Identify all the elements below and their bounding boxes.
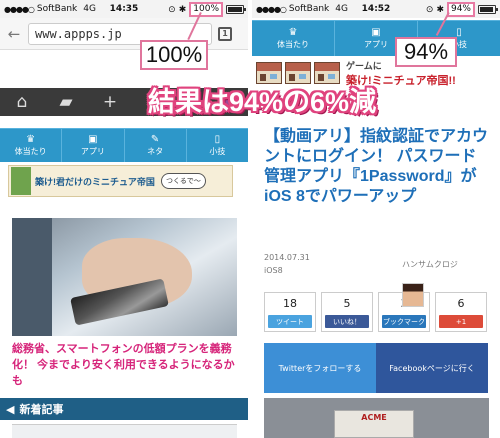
tabs-button[interactable]: 1 [218, 26, 232, 41]
share-count: 5 [343, 297, 351, 310]
home-icon[interactable]: ⌂ [0, 92, 44, 112]
right-screenshot: ●●●●○ SoftBank 4G 14:52 ⊙ ✱ 94% ♛ 体当たり ▣ アプ… [252, 0, 500, 438]
share-count: 18 [283, 297, 297, 310]
comparison-image: ●●●●○ SoftBank 4G 14:35 ⊙ ✱ 100% ← www.a… [0, 0, 500, 438]
battery-percent: 94% [446, 2, 475, 17]
nav-item-label: 体当たり [277, 40, 309, 49]
status-bar: ●●●●○ SoftBank 4G 14:52 ⊙ ✱ 94% [252, 0, 500, 18]
author-avatar [402, 283, 424, 307]
nav-item-label: ネタ [147, 147, 164, 156]
share-button[interactable]: 5 いいね！ [321, 292, 373, 332]
category-nav: ♛ 体当たり ▣ アプリ ▯ 小技 [252, 20, 500, 56]
article-date: 2014.07.31 [264, 253, 310, 262]
headline-overlay: 結果は94%の6%減 [148, 87, 377, 117]
nav-item[interactable]: ▯ 小技 [187, 129, 248, 162]
app-icon: ▣ [88, 134, 98, 145]
trophy-icon: ♛ [26, 134, 36, 145]
nav-item-label: アプリ [80, 147, 105, 156]
comment-icon[interactable]: ▰ [44, 92, 88, 112]
nav-item[interactable]: ♛ 体当たり [0, 129, 63, 162]
nav-item-label: 小技 [209, 147, 226, 156]
bluetooth-icon: ✱ [436, 4, 444, 15]
bluetooth-icon: ✱ [178, 4, 187, 15]
nav-item[interactable]: ♛ 体当たり [252, 21, 335, 56]
nav-item-label: アプリ [364, 40, 388, 49]
battery-percent: 100% [189, 2, 223, 17]
facebook-page-button[interactable]: Facebookページに行く [376, 343, 488, 393]
back-arrow-icon[interactable]: ← [4, 25, 24, 43]
battery-icon [226, 5, 246, 14]
article-title[interactable]: 【動画アリ】指紋認証でアカウントにログイン！ パスワード管理アプリ『1Passw… [264, 127, 492, 207]
left-screenshot: ●●●●○ SoftBank 4G 14:35 ⊙ ✱ 100% ← www.a… [0, 0, 248, 438]
plus-icon[interactable]: + [88, 92, 132, 112]
nav-item[interactable]: ✎ ネタ [125, 129, 187, 162]
article-list-preview[interactable] [12, 424, 237, 438]
lock-rotation-icon: ⊙ [425, 4, 434, 15]
article-photo[interactable] [12, 218, 237, 336]
share-label: +1 [439, 315, 483, 328]
battery-callout: 100% [140, 40, 208, 70]
sleeve-shape [12, 218, 52, 336]
share-count: 6 [457, 297, 465, 310]
author-name: ハンサムクロジ [402, 260, 458, 269]
section-label: 新着記事 [19, 403, 64, 416]
nav-item-label: 体当たり [14, 147, 47, 156]
megaphone-icon: ◀ [6, 402, 15, 416]
phone-icon: ▯ [214, 134, 221, 145]
share-button[interactable]: 18 ツイート [264, 292, 316, 332]
browser-toolbar: ← www.appps.jp 1 [0, 18, 248, 50]
related-article-thumbnail[interactable]: ACME [264, 398, 489, 438]
lock-rotation-icon: ⊙ [168, 4, 176, 15]
battery-icon [478, 5, 498, 14]
share-label: いいね！ [325, 315, 369, 328]
trophy-icon: ♛ [288, 27, 298, 38]
status-bar: ●●●●○ SoftBank 4G 14:35 ⊙ ✱ 100% [0, 0, 248, 18]
acme-box: ACME [334, 410, 414, 438]
article-link[interactable]: 総務省、スマートフォンの低額プランを義務化！ 今までより安く利用できるようになる… [12, 341, 240, 389]
article-category[interactable]: iOS8 [264, 266, 283, 275]
bubble-icon: ✎ [150, 134, 160, 145]
banner-text: 築け!君だけのミニチュア帝国 [35, 176, 155, 187]
share-label: ブックマーク [382, 315, 426, 328]
app-icon: ▣ [371, 27, 381, 38]
share-button[interactable]: 6 +1 [435, 292, 487, 332]
share-label: ツイート [268, 315, 312, 328]
banner-top-text: ゲームに [346, 60, 382, 71]
banner-badge: つくるで～ [161, 173, 206, 189]
category-nav: ♛ 体当たり ▣ アプリ ✎ ネタ ▯ 小技 [0, 128, 248, 162]
phone-icon: ▯ [456, 27, 462, 38]
game-banner[interactable]: 築け!君だけのミニチュア帝国 つくるで～ [8, 165, 233, 197]
section-header: ◀ 新着記事 [0, 398, 248, 420]
banner-art [11, 167, 31, 195]
twitter-follow-button[interactable]: Twitterをフォローする [264, 343, 376, 393]
nav-item[interactable]: ▣ アプリ [62, 129, 125, 162]
